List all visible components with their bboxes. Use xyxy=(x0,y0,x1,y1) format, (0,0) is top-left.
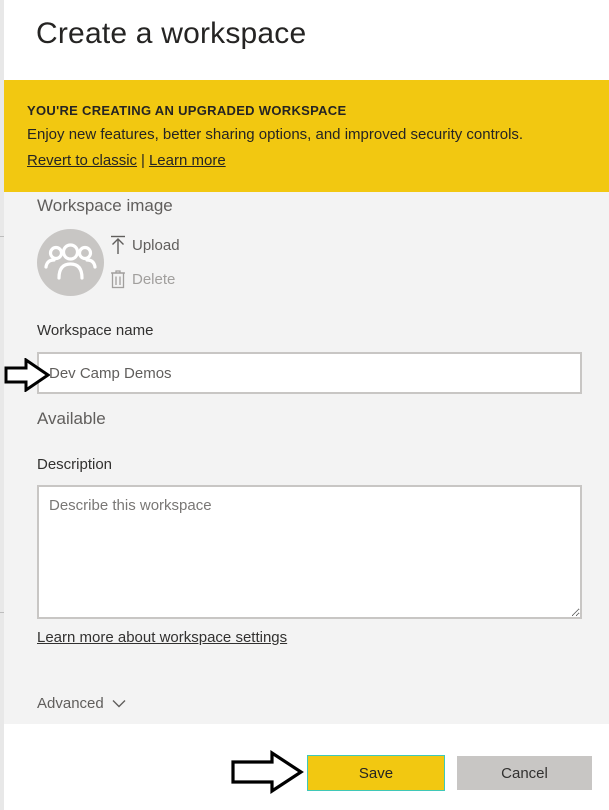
upload-icon xyxy=(111,235,125,254)
pointer-arrow-icon xyxy=(4,358,50,392)
panel-header: Create a workspace xyxy=(4,0,609,80)
advanced-toggle[interactable]: Advanced xyxy=(37,695,126,712)
workspace-form: Workspace image Upload Delete Workspace … xyxy=(4,192,609,724)
banner-heading: YOU'RE CREATING AN UPGRADED WORKSPACE xyxy=(27,103,347,118)
upload-label: Upload xyxy=(132,236,180,254)
save-button[interactable]: Save xyxy=(308,756,444,790)
banner-text: Enjoy new features, better sharing optio… xyxy=(27,126,524,143)
link-separator: | xyxy=(141,152,145,169)
chevron-down-icon xyxy=(112,700,126,708)
delete-label: Delete xyxy=(132,270,176,288)
cancel-button[interactable]: Cancel xyxy=(457,756,592,790)
availability-status: Available xyxy=(37,409,106,428)
page-title: Create a workspace xyxy=(36,17,307,50)
upload-button[interactable]: Upload xyxy=(110,235,180,255)
description-textarea[interactable] xyxy=(37,485,582,619)
revert-to-classic-link[interactable]: Revert to classic xyxy=(27,152,137,169)
panel-footer: Save Cancel xyxy=(4,724,609,810)
workspace-name-input[interactable] xyxy=(37,352,582,394)
banner-links: Revert to classic | Learn more xyxy=(27,152,226,169)
pointer-arrow-icon xyxy=(231,750,304,794)
workspace-image-label: Workspace image xyxy=(37,196,173,215)
workspace-name-label: Workspace name xyxy=(37,322,154,339)
create-workspace-panel: Create a workspace YOU'RE CREATING AN UP… xyxy=(4,0,609,810)
description-label: Description xyxy=(37,456,113,473)
advanced-label: Advanced xyxy=(37,695,104,712)
workspace-settings-link[interactable]: Learn more about workspace settings xyxy=(37,629,287,646)
upgrade-banner: YOU'RE CREATING AN UPGRADED WORKSPACE En… xyxy=(4,80,609,192)
group-people-icon xyxy=(44,243,97,280)
workspace-avatar xyxy=(37,229,104,296)
delete-button[interactable]: Delete xyxy=(110,269,175,289)
trash-icon xyxy=(111,270,125,289)
learn-more-link[interactable]: Learn more xyxy=(149,152,226,169)
